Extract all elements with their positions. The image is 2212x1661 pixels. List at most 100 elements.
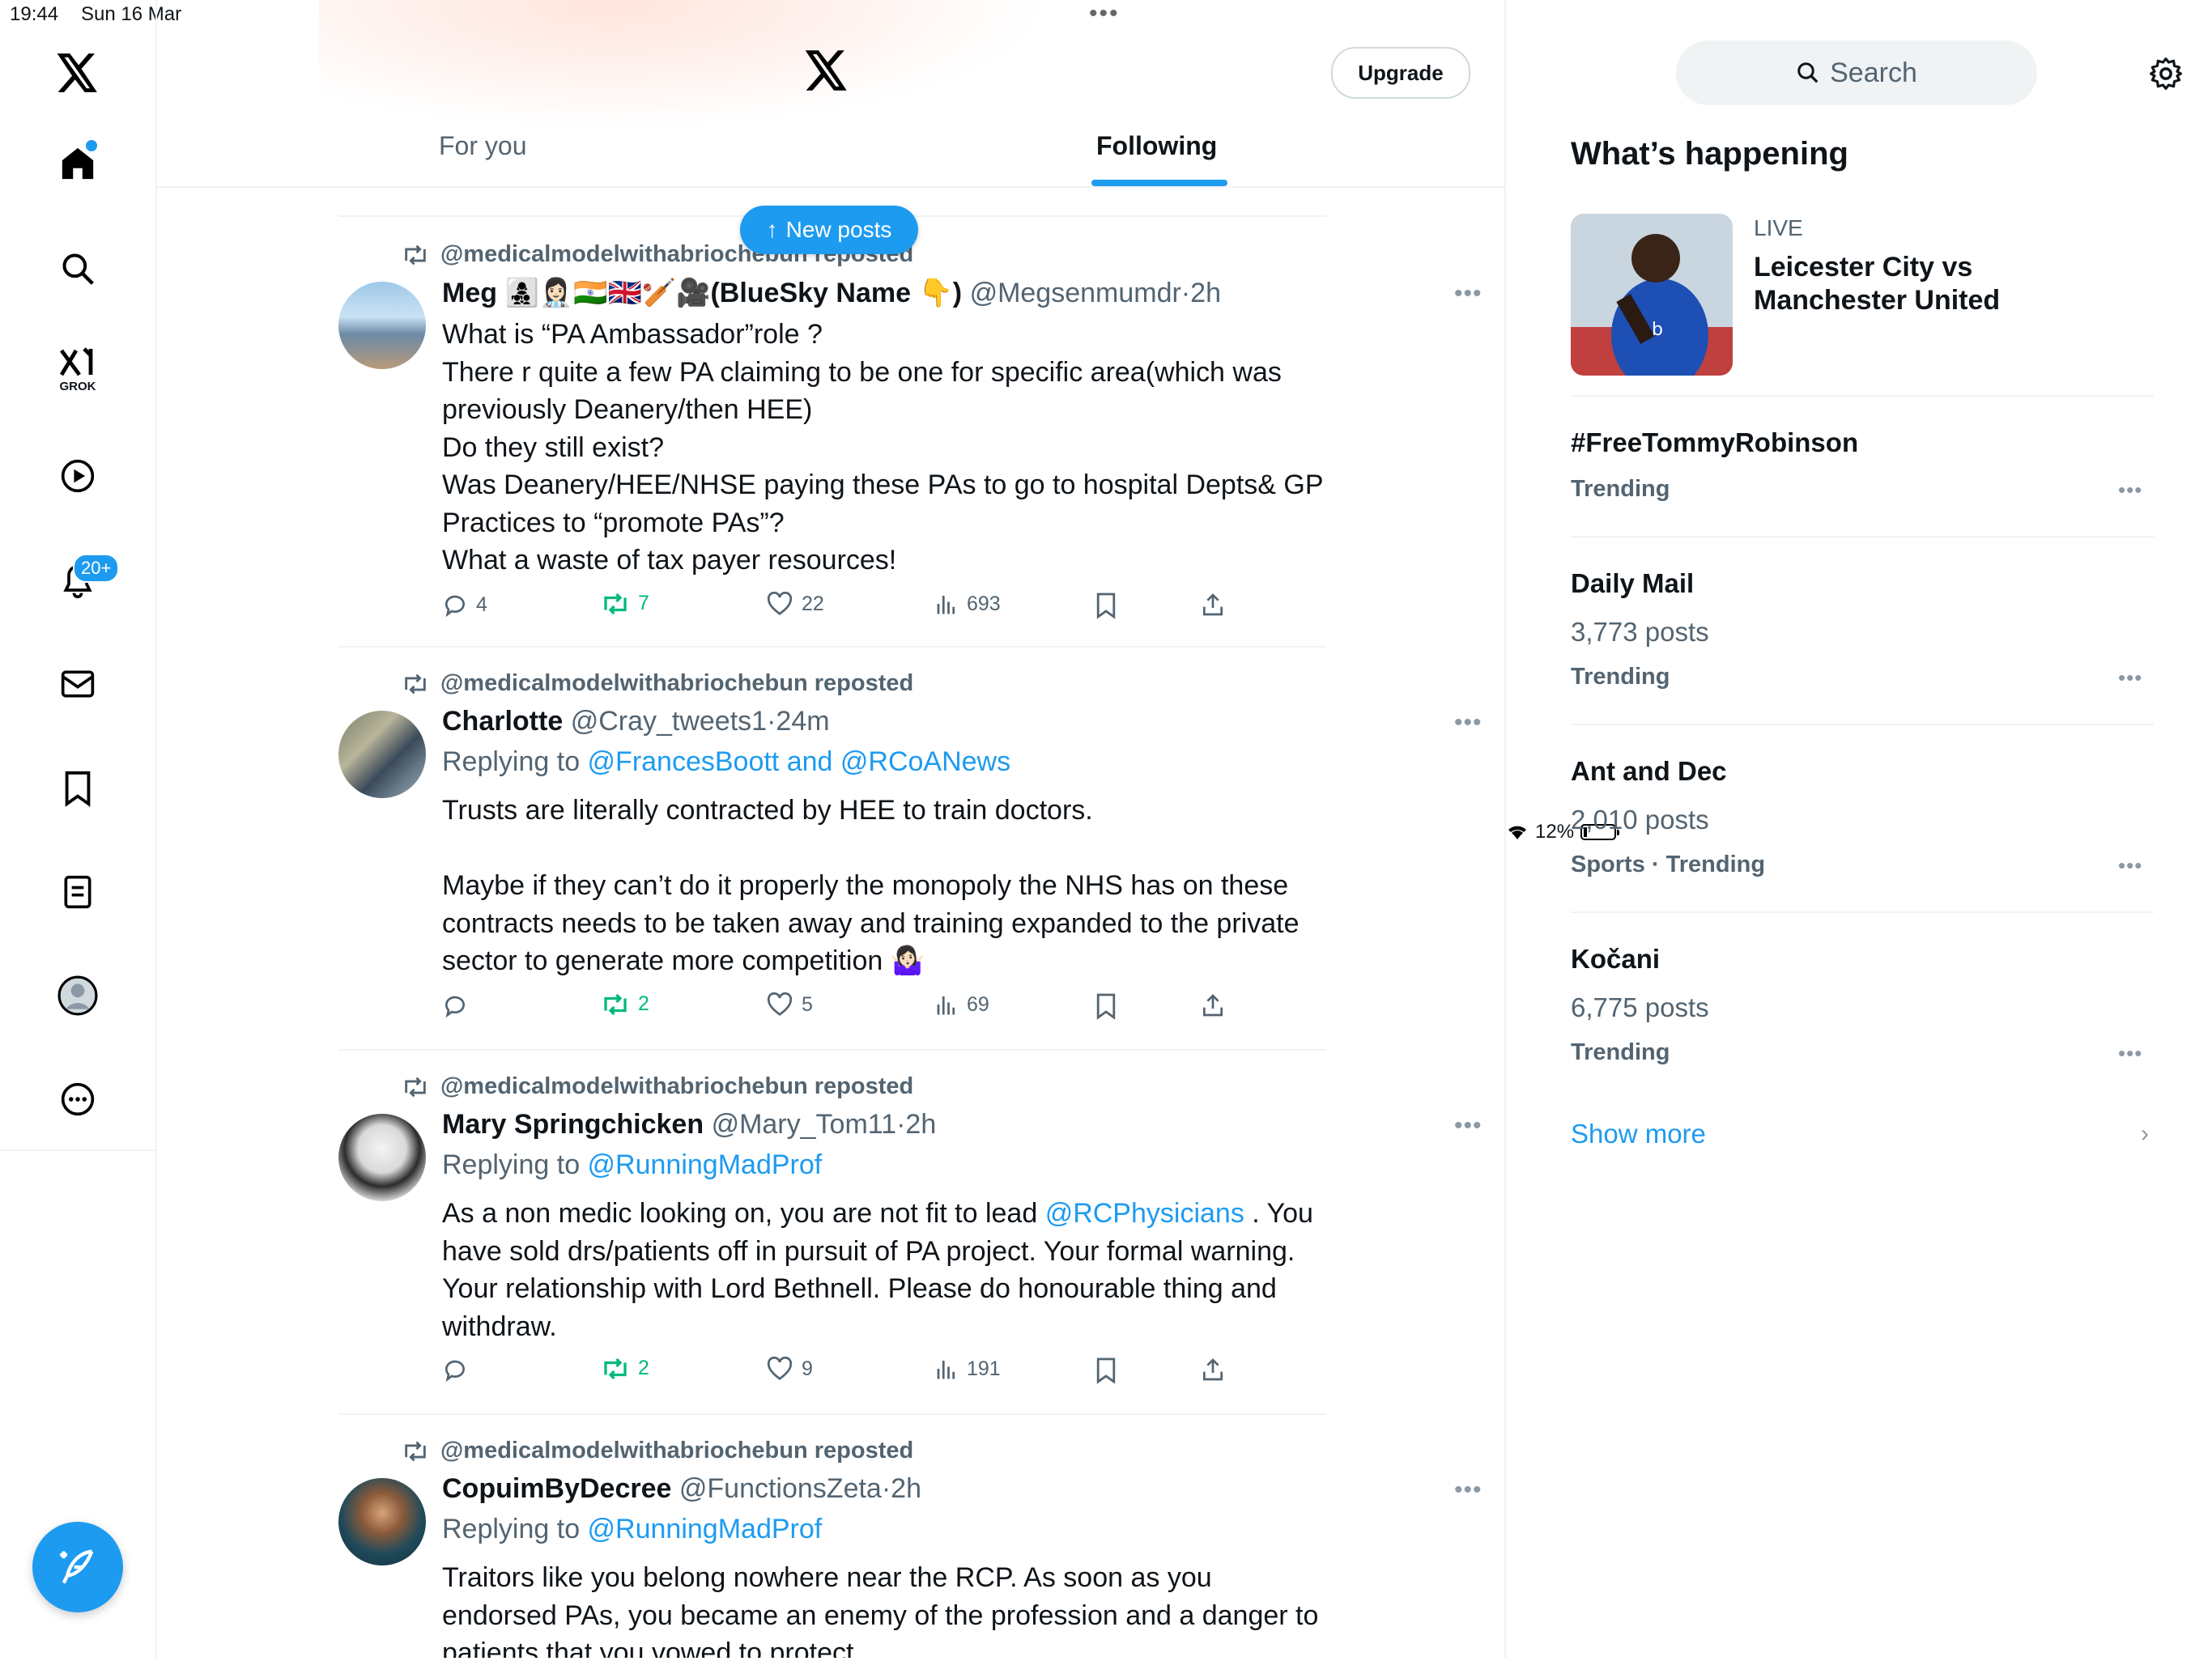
like-button[interactable]: 5 <box>766 992 813 1017</box>
mention-link[interactable]: @RCPhysicians <box>1045 1198 1244 1229</box>
search-icon[interactable] <box>53 244 102 293</box>
repost-icon <box>604 1357 627 1379</box>
bookmark-button[interactable] <box>1095 592 1117 619</box>
avatar[interactable] <box>338 1114 426 1201</box>
repost-icon <box>405 1441 426 1461</box>
tab-for-you[interactable]: For you <box>439 131 526 161</box>
repost-by[interactable]: @medicalmodelwithabriochebun reposted <box>440 1438 913 1464</box>
bookmarks-icon[interactable] <box>53 764 102 813</box>
replying-to-link[interactable]: @FrancesBoott and @RCoANews <box>588 746 1011 777</box>
post-header: Mary Springchicken @Mary_Tom11·2h <box>442 1109 936 1141</box>
lists-icon[interactable] <box>53 868 102 916</box>
post-time[interactable]: 2h <box>1190 278 1221 308</box>
views-button[interactable]: 693 <box>934 592 1001 616</box>
avatar[interactable] <box>338 711 426 798</box>
post-line: What is “PA Ambassador”role ? <box>442 319 823 350</box>
repost-by[interactable]: @medicalmodelwithabriochebun reposted <box>440 670 913 697</box>
post-header: Meg 👩‍👧‍👦👩🏻‍⚕️🇮🇳🇬🇧🏏🎥(BlueSky Name 👇) @Me… <box>442 277 1221 309</box>
more-options-icon[interactable]: ••• <box>1454 280 1482 308</box>
more-options-icon[interactable]: ••• <box>2118 853 2142 878</box>
profile-icon[interactable] <box>53 971 102 1020</box>
post-text-segment: . You <box>1244 1198 1313 1229</box>
share-button[interactable] <box>1200 992 1226 1018</box>
avatar[interactable] <box>338 1478 426 1565</box>
reply-button[interactable] <box>442 1357 476 1383</box>
replying-to: Replying to @RunningMadProf <box>442 1149 822 1181</box>
bookmark-button[interactable] <box>1095 1357 1117 1384</box>
reply-button[interactable] <box>442 992 476 1018</box>
chevron-right-icon: › <box>2141 1120 2149 1147</box>
trend-title[interactable]: Kočani <box>1571 944 1660 975</box>
tab-following[interactable]: Following <box>1096 131 1217 161</box>
views-button[interactable]: 69 <box>934 992 989 1017</box>
bookmark-button[interactable] <box>1095 992 1117 1020</box>
x-logo-icon[interactable] <box>53 49 102 97</box>
share-button[interactable] <box>1200 592 1226 618</box>
like-button[interactable]: 9 <box>766 1357 813 1381</box>
author-handle[interactable]: @Megsenmumdr <box>970 278 1181 308</box>
more-options-icon[interactable]: ••• <box>2118 665 2142 690</box>
x-logo-icon[interactable] <box>805 50 849 95</box>
video-icon[interactable] <box>53 452 102 500</box>
post-line: Practices to “promote PAs”? <box>442 507 785 538</box>
live-event-thumbnail[interactable]: b <box>1571 214 1733 376</box>
settings-gear-icon[interactable] <box>2149 57 2183 95</box>
author-name[interactable]: Mary Springchicken <box>442 1109 704 1140</box>
reply-button[interactable]: 4 <box>442 592 487 618</box>
timeline-tabs: For you Following <box>157 121 1504 188</box>
compose-button[interactable] <box>32 1522 123 1612</box>
search-input[interactable]: Search <box>1676 40 2037 105</box>
trend-title[interactable]: #FreeTommyRobinson <box>1571 427 1858 458</box>
left-navigation: GROK 20+ <box>0 0 157 1658</box>
author-handle[interactable]: @Mary_Tom11 <box>712 1109 897 1140</box>
repost-icon <box>604 993 627 1015</box>
avatar[interactable] <box>338 282 426 369</box>
author-name[interactable]: Charlotte <box>442 706 563 737</box>
new-posts-button[interactable]: ↑ New posts <box>740 206 918 254</box>
messages-icon[interactable] <box>53 660 102 708</box>
views-button[interactable]: 191 <box>934 1357 1001 1381</box>
post-time[interactable]: 2h <box>905 1109 936 1140</box>
svg-text:b: b <box>1652 320 1663 340</box>
grok-icon[interactable]: GROK <box>53 345 102 393</box>
more-options-icon[interactable]: ••• <box>1454 709 1482 737</box>
more-options-icon[interactable]: ••• <box>2118 1041 2142 1066</box>
repost-button[interactable]: 2 <box>601 992 649 1016</box>
post-time[interactable]: 24m <box>776 706 829 737</box>
post-line: Do they still exist? <box>442 431 664 463</box>
replying-to-link[interactable]: @RunningMadProf <box>588 1149 823 1180</box>
post-text: As a non medic looking on, you are not f… <box>442 1195 1333 1345</box>
share-button[interactable] <box>1200 1357 1226 1383</box>
author-name[interactable]: CopuimByDecree <box>442 1473 671 1504</box>
like-button[interactable]: 22 <box>766 592 824 616</box>
trend-count: 3,773 posts <box>1571 617 1709 647</box>
grok-label: GROK <box>59 379 96 393</box>
repost-count: 7 <box>638 592 649 614</box>
show-more-link[interactable]: Show more <box>1571 1119 1706 1149</box>
repost-button[interactable]: 7 <box>601 592 649 615</box>
post-line: patients that you vowed to protect <box>442 1638 854 1658</box>
post-actions: 4 7 22 693 <box>442 592 1252 624</box>
live-event-title[interactable]: Leicester City vs Manchester United <box>1754 251 2078 317</box>
trend-title[interactable]: Ant and Dec <box>1571 756 1727 787</box>
more-icon[interactable] <box>53 1075 102 1124</box>
reply-count: 4 <box>476 593 487 616</box>
upgrade-button[interactable]: Upgrade <box>1331 47 1470 99</box>
post-divider <box>338 1049 1326 1051</box>
repost-count: 2 <box>638 1357 649 1379</box>
post-actions: 2 9 191 <box>442 1357 1252 1389</box>
author-handle[interactable]: @FunctionsZeta <box>679 1473 882 1504</box>
repost-by[interactable]: @medicalmodelwithabriochebun reposted <box>440 1073 913 1100</box>
trend-title[interactable]: Daily Mail <box>1571 568 1694 599</box>
author-name[interactable]: Meg 👩‍👧‍👦👩🏻‍⚕️🇮🇳🇬🇧🏏🎥(BlueSky Name 👇) <box>442 278 962 308</box>
more-options-icon[interactable]: ••• <box>1454 1112 1482 1140</box>
post-line: sector to generate more competition 🤷🏻‍♀… <box>442 945 925 976</box>
replying-to-link[interactable]: @RunningMadProf <box>588 1514 823 1544</box>
post-line: previously Deanery/then HEE) <box>442 394 813 425</box>
repost-button[interactable]: 2 <box>601 1357 649 1380</box>
post-time[interactable]: 2h <box>891 1473 921 1504</box>
separator-dot: · <box>896 1109 906 1140</box>
more-options-icon[interactable]: ••• <box>1454 1476 1482 1504</box>
author-handle[interactable]: @Cray_tweets1 <box>571 706 767 737</box>
more-options-icon[interactable]: ••• <box>2118 478 2142 503</box>
